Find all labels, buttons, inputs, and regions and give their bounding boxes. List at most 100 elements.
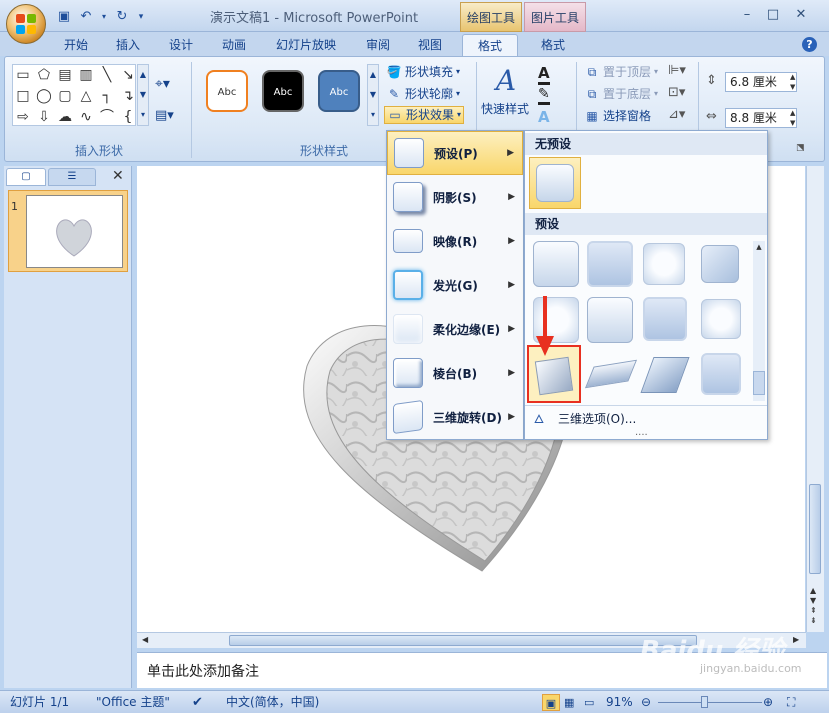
- vertical-textbox-shape-icon[interactable]: ▥: [76, 65, 96, 85]
- text-outline-icon[interactable]: ✎: [538, 86, 550, 105]
- normal-view-icon[interactable]: ▣: [542, 694, 560, 711]
- shape-fill-button[interactable]: 🪣 形状填充 ▾: [386, 63, 461, 81]
- help-icon[interactable]: ?: [802, 37, 817, 52]
- heptagon-shape-icon[interactable]: ⬠: [34, 65, 54, 85]
- textbox-shape-icon[interactable]: ▤: [55, 65, 75, 85]
- menu-item-shadow[interactable]: 阴影(S) ▶: [387, 175, 523, 219]
- arrow-line-shape-icon[interactable]: ↘: [118, 65, 138, 85]
- zoom-out-icon[interactable]: ⊖: [641, 694, 651, 711]
- menu-item-bevel[interactable]: 棱台(B) ▶: [387, 351, 523, 395]
- down-arrow-shape-icon[interactable]: ⇩: [34, 107, 54, 127]
- slideshow-view-icon[interactable]: ▭: [584, 694, 594, 711]
- save-icon[interactable]: ▣: [56, 9, 72, 25]
- shape-styles-scroll[interactable]: ▲ ▼ ▾: [367, 64, 379, 126]
- preset-8-option[interactable]: [701, 299, 741, 339]
- close-panel-icon[interactable]: ✕: [112, 168, 124, 184]
- tab-view[interactable]: 视图: [412, 34, 448, 56]
- customize-qat-icon[interactable]: ▾: [136, 9, 146, 25]
- text-fill-icon[interactable]: A: [538, 64, 550, 85]
- tab-animations[interactable]: 动画: [216, 34, 252, 56]
- shape-width-input[interactable]: 8.8 厘米: [725, 108, 797, 128]
- freeform-shape-icon[interactable]: ∿: [76, 107, 96, 127]
- 3d-options-button[interactable]: 🜂 三维选项(O)...: [531, 410, 637, 428]
- bring-to-front-button[interactable]: ⧉ 置于顶层 ▾: [584, 63, 658, 81]
- scroll-left-icon[interactable]: ◀: [142, 635, 148, 644]
- spell-check-icon[interactable]: ✔: [192, 694, 203, 711]
- edit-shape-icon[interactable]: ⌖▾: [155, 76, 170, 92]
- minimize-button[interactable]: –: [736, 6, 758, 24]
- preset-4-option[interactable]: [701, 245, 739, 283]
- zoom-level[interactable]: 91%: [606, 694, 633, 711]
- menu-item-reflection[interactable]: 映像(R) ▶: [387, 219, 523, 263]
- fit-slide-icon[interactable]: ⛶: [787, 694, 795, 711]
- send-to-back-button[interactable]: ⧉ 置于底层 ▾: [584, 85, 658, 103]
- status-language[interactable]: 中文(简体，中国): [226, 694, 319, 711]
- maximize-button[interactable]: □: [762, 6, 784, 24]
- width-spinner[interactable]: ▲ ▼: [790, 108, 795, 128]
- preset-10-option[interactable]: [584, 359, 638, 389]
- tab-home[interactable]: 开始: [58, 34, 94, 56]
- preset-12-option[interactable]: [701, 353, 741, 395]
- scroll-right-icon[interactable]: ▶: [793, 635, 799, 644]
- preset-gallery-scroll-thumb[interactable]: [753, 371, 765, 395]
- shapes-gallery-scroll[interactable]: ▲ ▼ ▾: [137, 64, 149, 126]
- undo-icon[interactable]: ↶: [78, 9, 94, 25]
- menu-item-glow[interactable]: 发光(G) ▶: [387, 263, 523, 307]
- resize-grip[interactable]: ....: [635, 427, 648, 438]
- tab-insert[interactable]: 插入: [110, 34, 146, 56]
- selection-pane-button[interactable]: ▦ 选择窗格: [584, 107, 651, 125]
- align-icon[interactable]: ⊫▾: [668, 63, 686, 78]
- quick-styles-button[interactable]: 快速样式: [481, 100, 529, 117]
- triangle-shape-icon[interactable]: △: [76, 86, 96, 106]
- prev-next-slide-icon[interactable]: ▲ ▼ ⇞ ⇟: [810, 586, 817, 626]
- text-effects-icon[interactable]: A: [538, 108, 550, 126]
- menu-item-3d-rotation[interactable]: 三维旋转(D) ▶: [387, 395, 523, 439]
- close-button[interactable]: ✕: [790, 6, 812, 24]
- brace-shape-icon[interactable]: {: [118, 107, 138, 127]
- menu-item-soft-edges[interactable]: 柔化边缘(E) ▶: [387, 307, 523, 351]
- elbow-arrow-shape-icon[interactable]: ↴: [118, 86, 138, 106]
- redo-icon[interactable]: ↻: [114, 9, 130, 25]
- preset-3-option[interactable]: [643, 243, 685, 285]
- outline-tab[interactable]: ☰: [48, 168, 96, 186]
- horizontal-scroll-thumb[interactable]: [229, 635, 697, 646]
- shape-style-orange-outline[interactable]: Abc: [206, 70, 248, 112]
- vertical-scrollbar[interactable]: ▲ ▼ ⇞ ⇟: [806, 166, 824, 632]
- vertical-scroll-thumb[interactable]: [809, 484, 821, 574]
- tab-format-picture[interactable]: 格式: [530, 34, 576, 56]
- draw-textbox-icon[interactable]: ▤▾: [155, 108, 174, 123]
- oval-shape-icon[interactable]: ◯: [34, 86, 54, 106]
- right-arrow-shape-icon[interactable]: ⇨: [13, 107, 33, 127]
- no-preset-option[interactable]: [529, 157, 581, 209]
- group-icon[interactable]: ⊡▾: [668, 85, 685, 100]
- tab-slideshow[interactable]: 幻灯片放映: [270, 34, 342, 56]
- rounded-rect-shape-icon[interactable]: ▢: [55, 86, 75, 106]
- slides-tab[interactable]: ▢: [6, 168, 46, 186]
- slide-sorter-view-icon[interactable]: ▦: [564, 694, 574, 711]
- rect2-shape-icon[interactable]: □: [13, 86, 33, 106]
- shape-style-blue-fill[interactable]: Abc: [318, 70, 360, 112]
- shape-height-input[interactable]: 6.8 厘米: [725, 72, 797, 92]
- size-dialog-launcher-icon[interactable]: ⬔: [796, 143, 805, 153]
- shape-outline-button[interactable]: ✎ 形状轮廓 ▾: [386, 85, 460, 103]
- tab-format-drawing[interactable]: 格式: [462, 34, 518, 56]
- office-button[interactable]: [6, 4, 46, 44]
- cloud-callout-shape-icon[interactable]: ☁: [55, 107, 75, 127]
- zoom-in-icon[interactable]: ⊕: [763, 694, 773, 711]
- preset-7-option[interactable]: [643, 297, 687, 341]
- line-shape-icon[interactable]: ╲: [97, 65, 117, 85]
- slide-thumbnail[interactable]: [26, 195, 123, 268]
- preset-6-option[interactable]: [587, 297, 633, 343]
- menu-item-preset[interactable]: 预设(P) ▶: [387, 131, 523, 175]
- rotate-icon[interactable]: ⊿▾: [668, 107, 685, 122]
- shape-effects-button[interactable]: ▭ 形状效果 ▾: [384, 106, 465, 124]
- arc-shape-icon[interactable]: ⌒: [97, 107, 117, 127]
- tab-design[interactable]: 设计: [163, 34, 199, 56]
- preset-2-option[interactable]: [587, 241, 633, 287]
- preset-1-option[interactable]: [533, 241, 579, 287]
- shapes-gallery[interactable]: ▭ ⬠ ▤ ▥ ╲ ↘ □ ◯ ▢ △ ┐ ↴ ⇨ ⇩ ☁ ∿ ⌒ {: [12, 64, 136, 126]
- height-spinner[interactable]: ▲ ▼: [790, 72, 795, 92]
- preset-11-option[interactable]: [640, 357, 690, 393]
- shape-style-black-fill[interactable]: Abc: [262, 70, 304, 112]
- zoom-slider[interactable]: [658, 702, 762, 703]
